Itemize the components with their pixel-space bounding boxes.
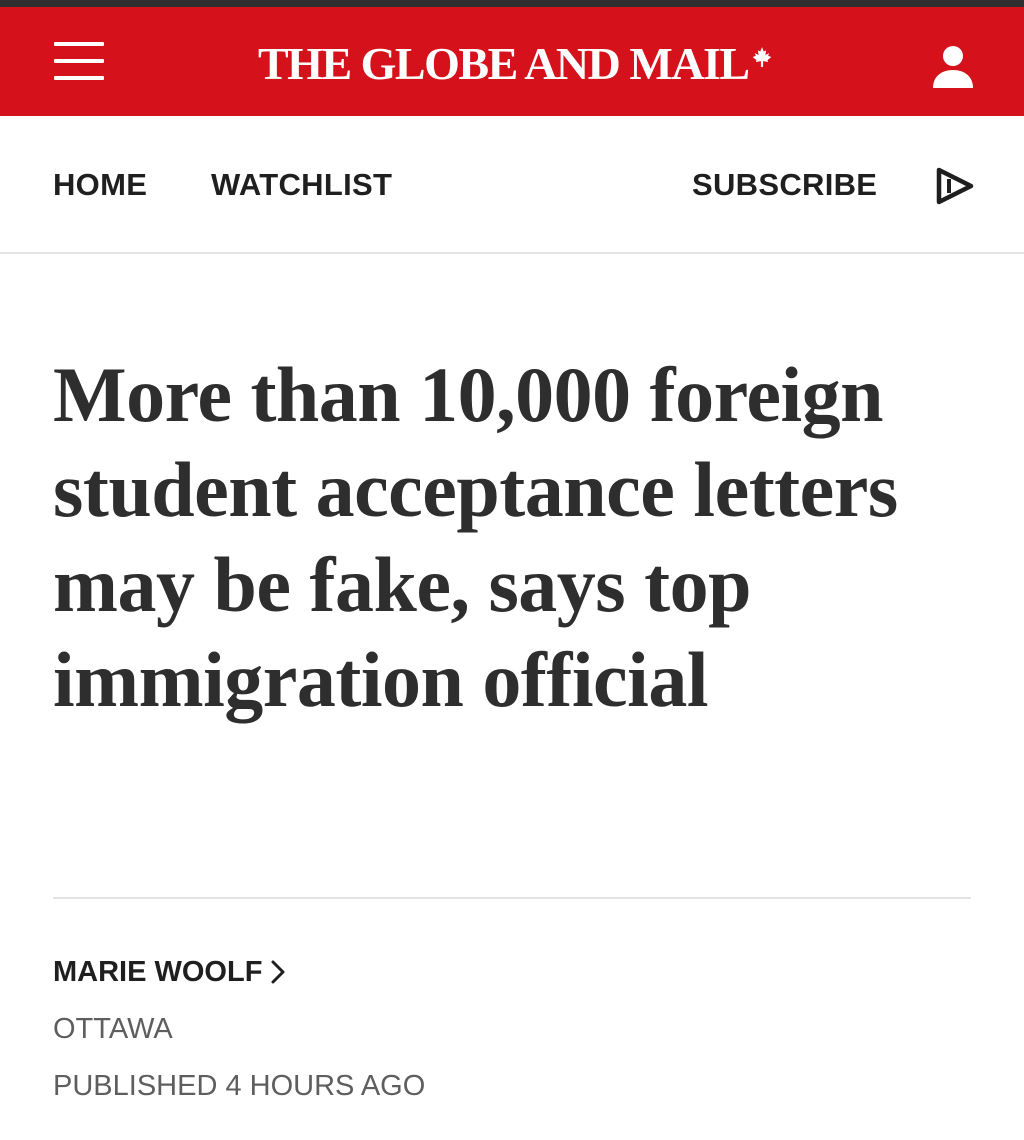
article-headline: More than 10,000 foreign student accepta… (53, 351, 898, 723)
maple-leaf-icon (752, 47, 772, 67)
author-byline-link[interactable]: MARIE WOOLF (53, 952, 286, 992)
play-video-icon[interactable] (933, 166, 977, 206)
author-name: MARIE WOOLF (53, 955, 263, 988)
dateline: OTTAWA (53, 1013, 173, 1045)
site-logo[interactable]: THE GLOBE AND MAIL (258, 34, 750, 94)
user-account-icon[interactable] (930, 44, 976, 90)
hamburger-menu-icon[interactable] (54, 36, 104, 86)
divider (53, 897, 971, 899)
published-time: PUBLISHED 4 HOURS AGO (53, 1070, 426, 1102)
nav-home-link[interactable]: HOME (53, 165, 147, 205)
masthead: THE GLOBE AND MAIL (0, 7, 1024, 116)
nav-watchlist-link[interactable]: WATCHLIST (211, 165, 392, 205)
status-strip (0, 0, 1024, 7)
chevron-right-icon (271, 960, 285, 984)
primary-nav: HOME WATCHLIST SUBSCRIBE (0, 116, 1024, 254)
subscribe-link[interactable]: SUBSCRIBE (692, 165, 877, 205)
